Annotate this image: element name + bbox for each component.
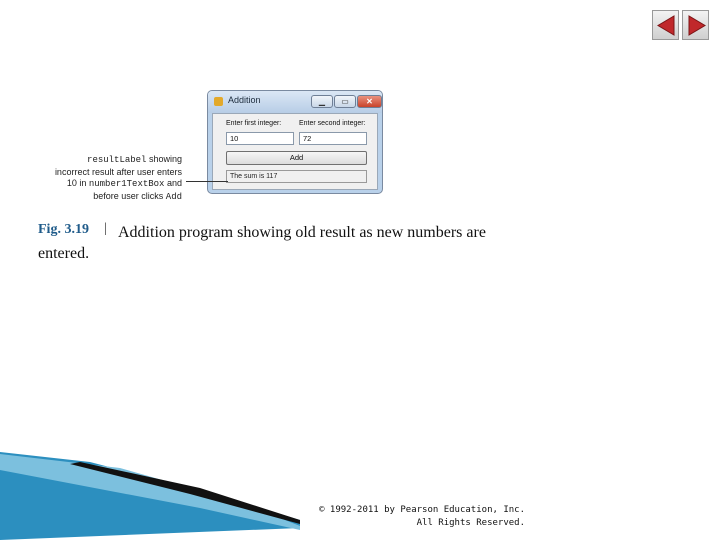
callout-leader-line	[186, 181, 228, 182]
copyright-line1: © 1992-2011 by Pearson Education, Inc.	[319, 505, 525, 515]
result-label: The sum is 117	[226, 170, 367, 183]
window-client-area: Enter first integer: Enter second intege…	[212, 113, 378, 190]
copyright-line2: All Rights Reserved.	[416, 518, 525, 528]
window-title: Addition	[228, 95, 261, 105]
first-integer-label: Enter first integer:	[226, 120, 282, 127]
minimize-button[interactable]: ▁	[311, 95, 333, 108]
previous-slide-icon	[657, 15, 675, 36]
app-icon	[214, 97, 223, 106]
addition-window: Addition ▁ ▭ ✕ Enter first integer: Ente…	[207, 90, 383, 194]
minimize-icon: ▁	[318, 97, 326, 106]
figure-label: Fig. 3.19	[38, 222, 89, 237]
callout-line4-pre: before user clicks	[93, 190, 166, 201]
figure-caption: Addition program showing old result as n…	[38, 224, 486, 262]
callout-line3-pre: 10 in	[66, 178, 89, 188]
next-slide-icon	[688, 15, 706, 36]
callout-number1-textbox: number1TextBox	[88, 179, 165, 189]
callout-text: resultLabel showing incorrect result aft…	[22, 154, 182, 203]
close-button[interactable]: ✕	[357, 95, 382, 108]
callout-result-label: resultLabel	[87, 155, 147, 165]
callout-add-word: Add	[165, 191, 182, 202]
figure-separator: |	[104, 221, 107, 236]
add-button[interactable]: Add	[226, 151, 367, 165]
maximize-icon: ▭	[341, 97, 349, 106]
next-slide-button[interactable]	[682, 10, 709, 40]
previous-slide-button[interactable]	[652, 10, 679, 40]
number1-textbox[interactable]: 10	[226, 132, 294, 145]
callout-line2: incorrect result after user enters	[54, 166, 182, 177]
callout-line3-post: and	[164, 178, 182, 188]
maximize-button[interactable]: ▭	[334, 95, 356, 108]
copyright-notice: © 1992-2011 by Pearson Education, Inc. A…	[300, 504, 525, 530]
window-titlebar: Addition ▁ ▭ ✕	[208, 91, 382, 113]
callout-line1-rest: showing	[146, 154, 182, 164]
number2-textbox[interactable]: 72	[299, 132, 367, 145]
second-integer-label: Enter second integer:	[299, 120, 366, 127]
close-icon: ✕	[366, 97, 373, 106]
